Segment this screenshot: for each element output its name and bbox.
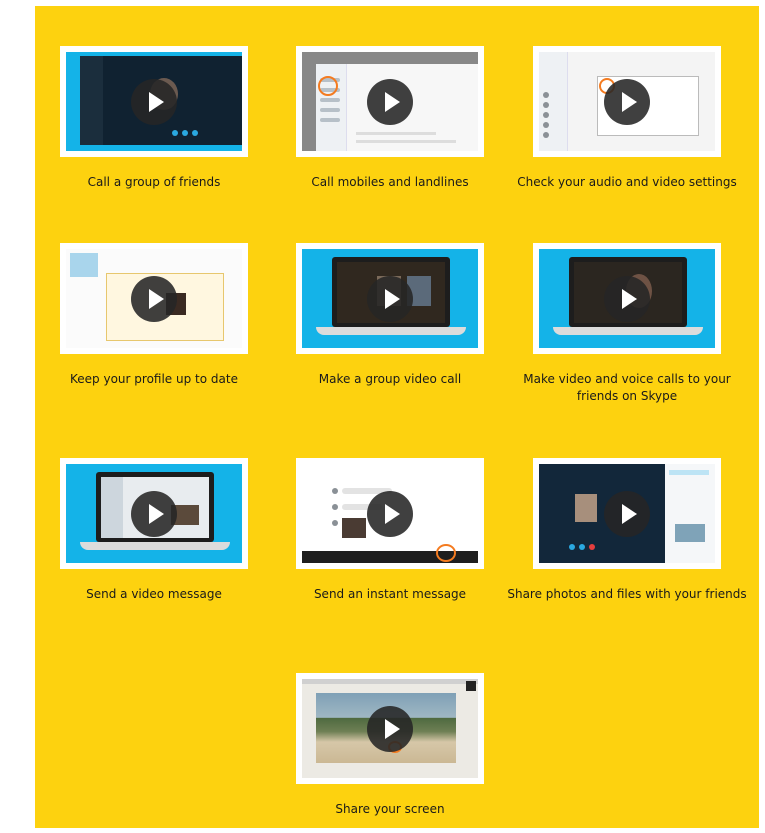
video-title[interactable]: Send an instant message <box>268 586 512 603</box>
video-title[interactable]: Call mobiles and landlines <box>268 174 512 191</box>
video-title[interactable]: Call a group of friends <box>32 174 276 191</box>
video-title[interactable]: Share photos and files with your friends <box>505 586 749 603</box>
play-icon[interactable] <box>367 275 413 322</box>
highlight-ring-icon <box>436 544 456 562</box>
video-title[interactable]: Send a video message <box>32 586 276 603</box>
profile-avatar-icon <box>70 253 98 277</box>
video-title[interactable]: Make video and voice calls to your frien… <box>505 371 749 405</box>
play-icon[interactable] <box>367 705 413 752</box>
video-thumbnail[interactable] <box>60 46 248 157</box>
video-tile-share-screen[interactable]: Share your screen <box>296 673 484 816</box>
video-title[interactable]: Make a group video call <box>268 371 512 388</box>
video-tile-audio-video-settings[interactable]: Check your audio and video settings <box>517 46 737 189</box>
video-thumbnail[interactable] <box>296 243 484 354</box>
video-thumbnail[interactable] <box>533 458 721 569</box>
video-tile-instant-message[interactable]: Send an instant message <box>296 458 484 601</box>
play-icon[interactable] <box>604 78 650 125</box>
highlight-ring-icon <box>318 76 338 96</box>
video-thumbnail[interactable] <box>60 243 248 354</box>
video-thumbnail[interactable] <box>296 673 484 784</box>
video-title[interactable]: Check your audio and video settings <box>505 174 749 191</box>
play-icon[interactable] <box>604 275 650 322</box>
video-gallery: Call a group of friends Call mobiles and… <box>35 6 759 828</box>
video-tile-landlines[interactable]: Call mobiles and landlines <box>296 46 484 189</box>
video-thumbnail[interactable] <box>533 243 721 354</box>
play-icon[interactable] <box>604 490 650 537</box>
video-tile-group-video-call[interactable]: Make a group video call <box>296 243 484 386</box>
video-tile-video-message[interactable]: Send a video message <box>60 458 248 601</box>
play-icon[interactable] <box>367 78 413 125</box>
video-title[interactable]: Keep your profile up to date <box>32 371 276 388</box>
video-title[interactable]: Share your screen <box>268 801 512 818</box>
play-icon[interactable] <box>131 78 177 125</box>
video-thumbnail[interactable] <box>296 46 484 157</box>
play-icon[interactable] <box>131 490 177 537</box>
play-icon[interactable] <box>131 275 177 322</box>
video-thumbnail[interactable] <box>60 458 248 569</box>
video-tile-video-voice-calls[interactable]: Make video and voice calls to your frien… <box>523 243 731 403</box>
play-icon[interactable] <box>367 490 413 537</box>
video-thumbnail[interactable] <box>533 46 721 157</box>
video-tile-share-photos[interactable]: Share photos and files with your friends <box>507 458 747 601</box>
video-tile-group-call[interactable]: Call a group of friends <box>60 46 248 189</box>
video-thumbnail[interactable] <box>296 458 484 569</box>
video-tile-profile[interactable]: Keep your profile up to date <box>60 243 248 386</box>
